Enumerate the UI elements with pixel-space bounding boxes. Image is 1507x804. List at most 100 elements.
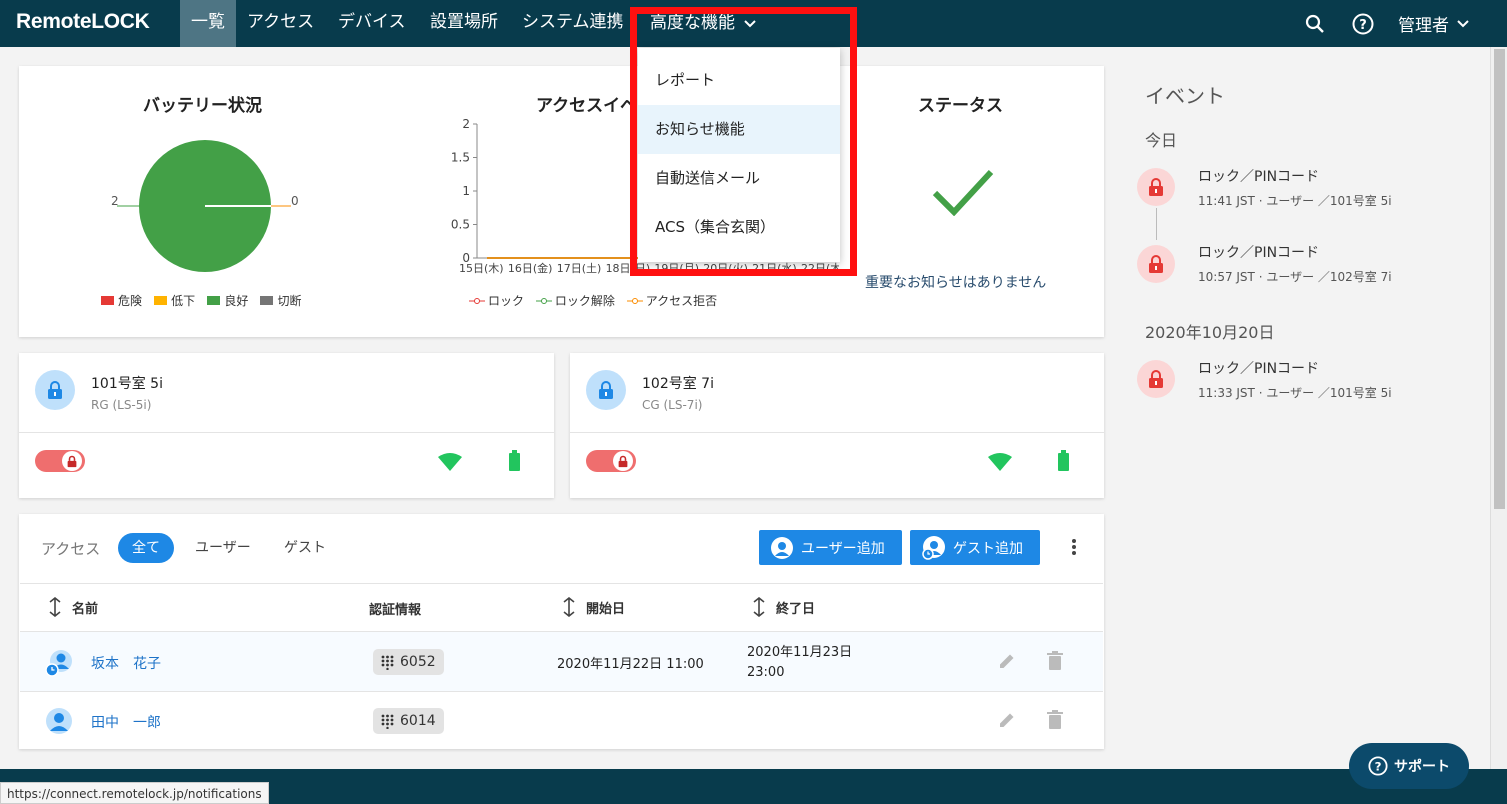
lock-icon bbox=[1149, 370, 1163, 388]
device-avatar bbox=[586, 370, 626, 410]
tab-all[interactable]: 全て bbox=[118, 533, 174, 563]
nav-overview[interactable]: 一覧 bbox=[180, 0, 236, 47]
delete-icon[interactable] bbox=[1047, 651, 1063, 670]
table-row[interactable]: 坂本 花子 6052 2020年11月22日 11:00 2020年11月23日… bbox=[20, 631, 1103, 691]
wifi-icon bbox=[438, 453, 462, 471]
tab-users[interactable]: ユーザー bbox=[181, 533, 265, 563]
tab-guests[interactable]: ゲスト bbox=[270, 533, 340, 563]
battery-title: バッテリー状況 bbox=[143, 96, 262, 116]
status-message: 重要なお知らせはありません bbox=[865, 275, 1047, 291]
search-button[interactable] bbox=[1305, 0, 1325, 47]
x-tick-label: 16日(金) bbox=[508, 261, 553, 275]
remotelock-logo[interactable]: RemoteLOCK bbox=[16, 10, 150, 34]
scrollbar-thumb[interactable] bbox=[1494, 49, 1505, 509]
event-subtitle: 11:33 JST · ユーザー ／101号室 5i bbox=[1198, 386, 1392, 400]
pin-value: 6014 bbox=[400, 713, 436, 729]
support-label: サポート bbox=[1394, 759, 1450, 775]
lock-icon bbox=[67, 455, 77, 467]
column-header-end-date[interactable]: 終了日 bbox=[752, 597, 815, 617]
access-section-label: アクセス bbox=[41, 540, 101, 558]
device-model: CG (LS-7i) bbox=[642, 398, 703, 412]
y-tick-label: 0.5 bbox=[451, 218, 470, 232]
user-name-link[interactable]: 田中 一郎 bbox=[91, 712, 161, 732]
event-lock-badge bbox=[1137, 245, 1175, 283]
column-header-start-date[interactable]: 開始日 bbox=[562, 597, 625, 617]
device-card[interactable]: 102号室 7i CG (LS-7i) bbox=[570, 353, 1104, 498]
chevron-down-icon bbox=[1457, 19, 1469, 27]
page-scrollbar[interactable] bbox=[1490, 47, 1507, 769]
more-options-icon[interactable] bbox=[1071, 539, 1077, 555]
event-item[interactable]: ロック／PINコード 10:57 JST · ユーザー ／102号室 7i bbox=[1198, 242, 1392, 285]
table-header-divider bbox=[20, 583, 1103, 584]
event-title: ロック／PINコード bbox=[1198, 245, 1320, 261]
access-chart-legend: ロック ロック解除 アクセス拒否 bbox=[469, 292, 725, 309]
divider bbox=[570, 432, 1104, 433]
table-row[interactable]: 田中 一郎 6014 bbox=[20, 691, 1103, 749]
checkmark-icon bbox=[932, 169, 994, 216]
event-subtitle: 10:57 JST · ユーザー ／102号室 7i bbox=[1198, 270, 1392, 284]
nav-devices[interactable]: デバイス bbox=[332, 0, 412, 47]
events-title: イベント bbox=[1145, 84, 1225, 108]
help-button[interactable]: ? bbox=[1352, 0, 1374, 47]
toggle-knob bbox=[62, 451, 82, 471]
edit-icon[interactable] bbox=[998, 652, 1016, 670]
nav-locations[interactable]: 設置場所 bbox=[424, 0, 504, 47]
nav-integrations[interactable]: システム連携 bbox=[516, 0, 630, 47]
events-date-past: 2020年10月20日 bbox=[1145, 323, 1275, 342]
legend-item-low: 低下 bbox=[154, 292, 195, 309]
wifi-icon bbox=[988, 453, 1012, 471]
event-item[interactable]: ロック／PINコード 11:33 JST · ユーザー ／101号室 5i bbox=[1198, 358, 1392, 401]
keypad-icon bbox=[381, 714, 394, 729]
add-user-button[interactable]: ユーザー追加 bbox=[759, 530, 902, 565]
search-icon bbox=[1305, 14, 1324, 33]
svg-text:?: ? bbox=[1375, 760, 1382, 774]
pin-value: 6052 bbox=[400, 654, 436, 670]
status-bar-url: https://connect.remotelock.jp/notificati… bbox=[0, 782, 269, 804]
edit-icon[interactable] bbox=[998, 711, 1016, 729]
delete-icon[interactable] bbox=[1047, 710, 1063, 729]
end-time: 23:00 bbox=[747, 665, 785, 680]
add-guest-button[interactable]: ゲスト追加 bbox=[910, 530, 1040, 565]
battery-label-good: 2 bbox=[111, 194, 119, 208]
lock-icon bbox=[599, 381, 613, 399]
lock-icon bbox=[48, 381, 62, 399]
access-chart-title: アクセスイベ bbox=[536, 96, 638, 116]
battery-label-other: 0 bbox=[291, 194, 299, 208]
sort-icon bbox=[49, 597, 61, 617]
events-date-today: 今日 bbox=[1145, 131, 1178, 150]
keypad-icon bbox=[381, 655, 394, 670]
end-date: 2020年11月23日 bbox=[747, 645, 853, 660]
add-guest-label: ゲスト追加 bbox=[953, 540, 1023, 557]
guest-icon bbox=[922, 535, 945, 560]
summary-card: バッテリー状況 2 0 危険 低下 良好 切断 アクセスイベ 2 1.5 1 0.5 0… bbox=[19, 66, 1104, 337]
help-icon: ? bbox=[1368, 756, 1388, 776]
user-avatar-icon bbox=[46, 708, 72, 734]
device-model: RG (LS-5i) bbox=[91, 398, 152, 412]
toggle-knob bbox=[613, 451, 633, 471]
pin-chip: 6014 bbox=[373, 708, 444, 734]
event-item[interactable]: ロック／PINコード 11:41 JST · ユーザー ／101号室 5i bbox=[1198, 166, 1392, 209]
sort-icon bbox=[753, 597, 765, 617]
guest-avatar-icon bbox=[45, 650, 72, 677]
lock-toggle[interactable] bbox=[586, 450, 636, 472]
y-tick-label: 2 bbox=[462, 117, 470, 131]
event-title: ロック／PINコード bbox=[1198, 169, 1320, 185]
column-header-name[interactable]: 名前 bbox=[48, 597, 98, 617]
device-name: 101号室 5i bbox=[91, 376, 163, 392]
pin-chip: 6052 bbox=[373, 649, 444, 675]
device-name: 102号室 7i bbox=[642, 376, 714, 392]
device-card[interactable]: 101号室 5i RG (LS-5i) bbox=[19, 353, 554, 498]
lock-toggle[interactable] bbox=[35, 450, 85, 472]
support-button[interactable]: ? サポート bbox=[1349, 743, 1469, 789]
battery-pie-chart bbox=[117, 140, 291, 272]
highlight-annotation-box bbox=[630, 7, 857, 276]
sort-icon bbox=[563, 597, 575, 617]
nav-access[interactable]: アクセス bbox=[241, 0, 320, 47]
battery-icon bbox=[1058, 450, 1069, 471]
user-name-link[interactable]: 坂本 花子 bbox=[91, 653, 161, 673]
user-menu[interactable]: 管理者 bbox=[1398, 0, 1469, 47]
battery-legend: 危険 低下 良好 切断 bbox=[101, 292, 309, 309]
y-tick-label: 1.5 bbox=[451, 151, 470, 165]
lock-icon bbox=[618, 455, 628, 467]
device-avatar bbox=[35, 370, 75, 410]
